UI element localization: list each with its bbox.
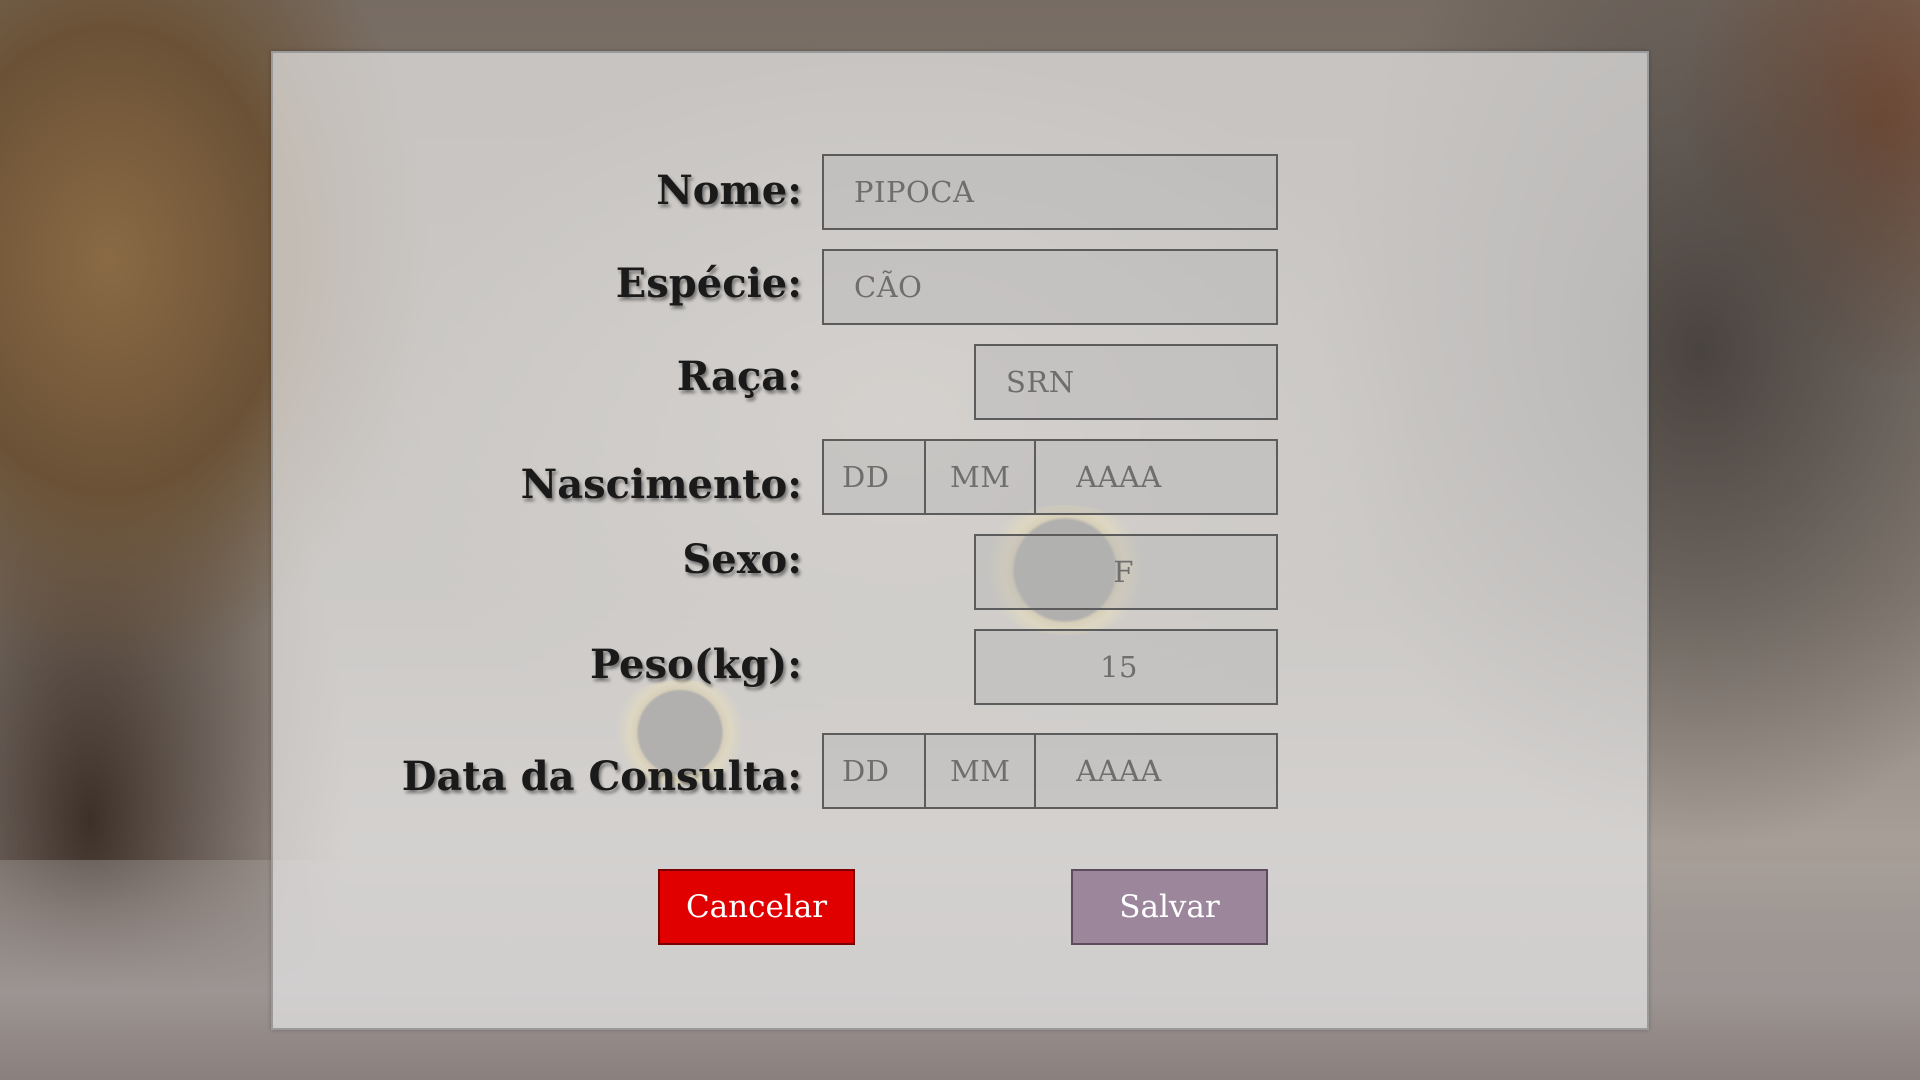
label-peso: Peso(kg): [590,641,802,688]
especie-input[interactable] [822,249,1278,325]
label-nascimento: Nascimento: [520,461,802,508]
data-consulta-day-input[interactable] [822,733,926,809]
label-nome: Nome: [656,167,802,214]
data-consulta-month-input[interactable] [924,733,1036,809]
label-data-consulta: Data da Consulta: [401,753,802,800]
label-especie: Espécie: [615,260,802,307]
raca-input[interactable] [974,344,1278,420]
nome-input[interactable] [822,154,1278,230]
nascimento-month-input[interactable] [924,439,1036,515]
peso-input[interactable] [974,629,1278,705]
nascimento-year-input[interactable] [1034,439,1278,515]
cancel-button[interactable]: Cancelar [658,869,855,945]
data-consulta-year-input[interactable] [1034,733,1278,809]
label-raca: Raça: [676,353,802,400]
sexo-input[interactable] [974,534,1278,610]
nascimento-day-input[interactable] [822,439,926,515]
save-button[interactable]: Salvar [1071,869,1268,945]
label-sexo: Sexo: [682,536,802,583]
